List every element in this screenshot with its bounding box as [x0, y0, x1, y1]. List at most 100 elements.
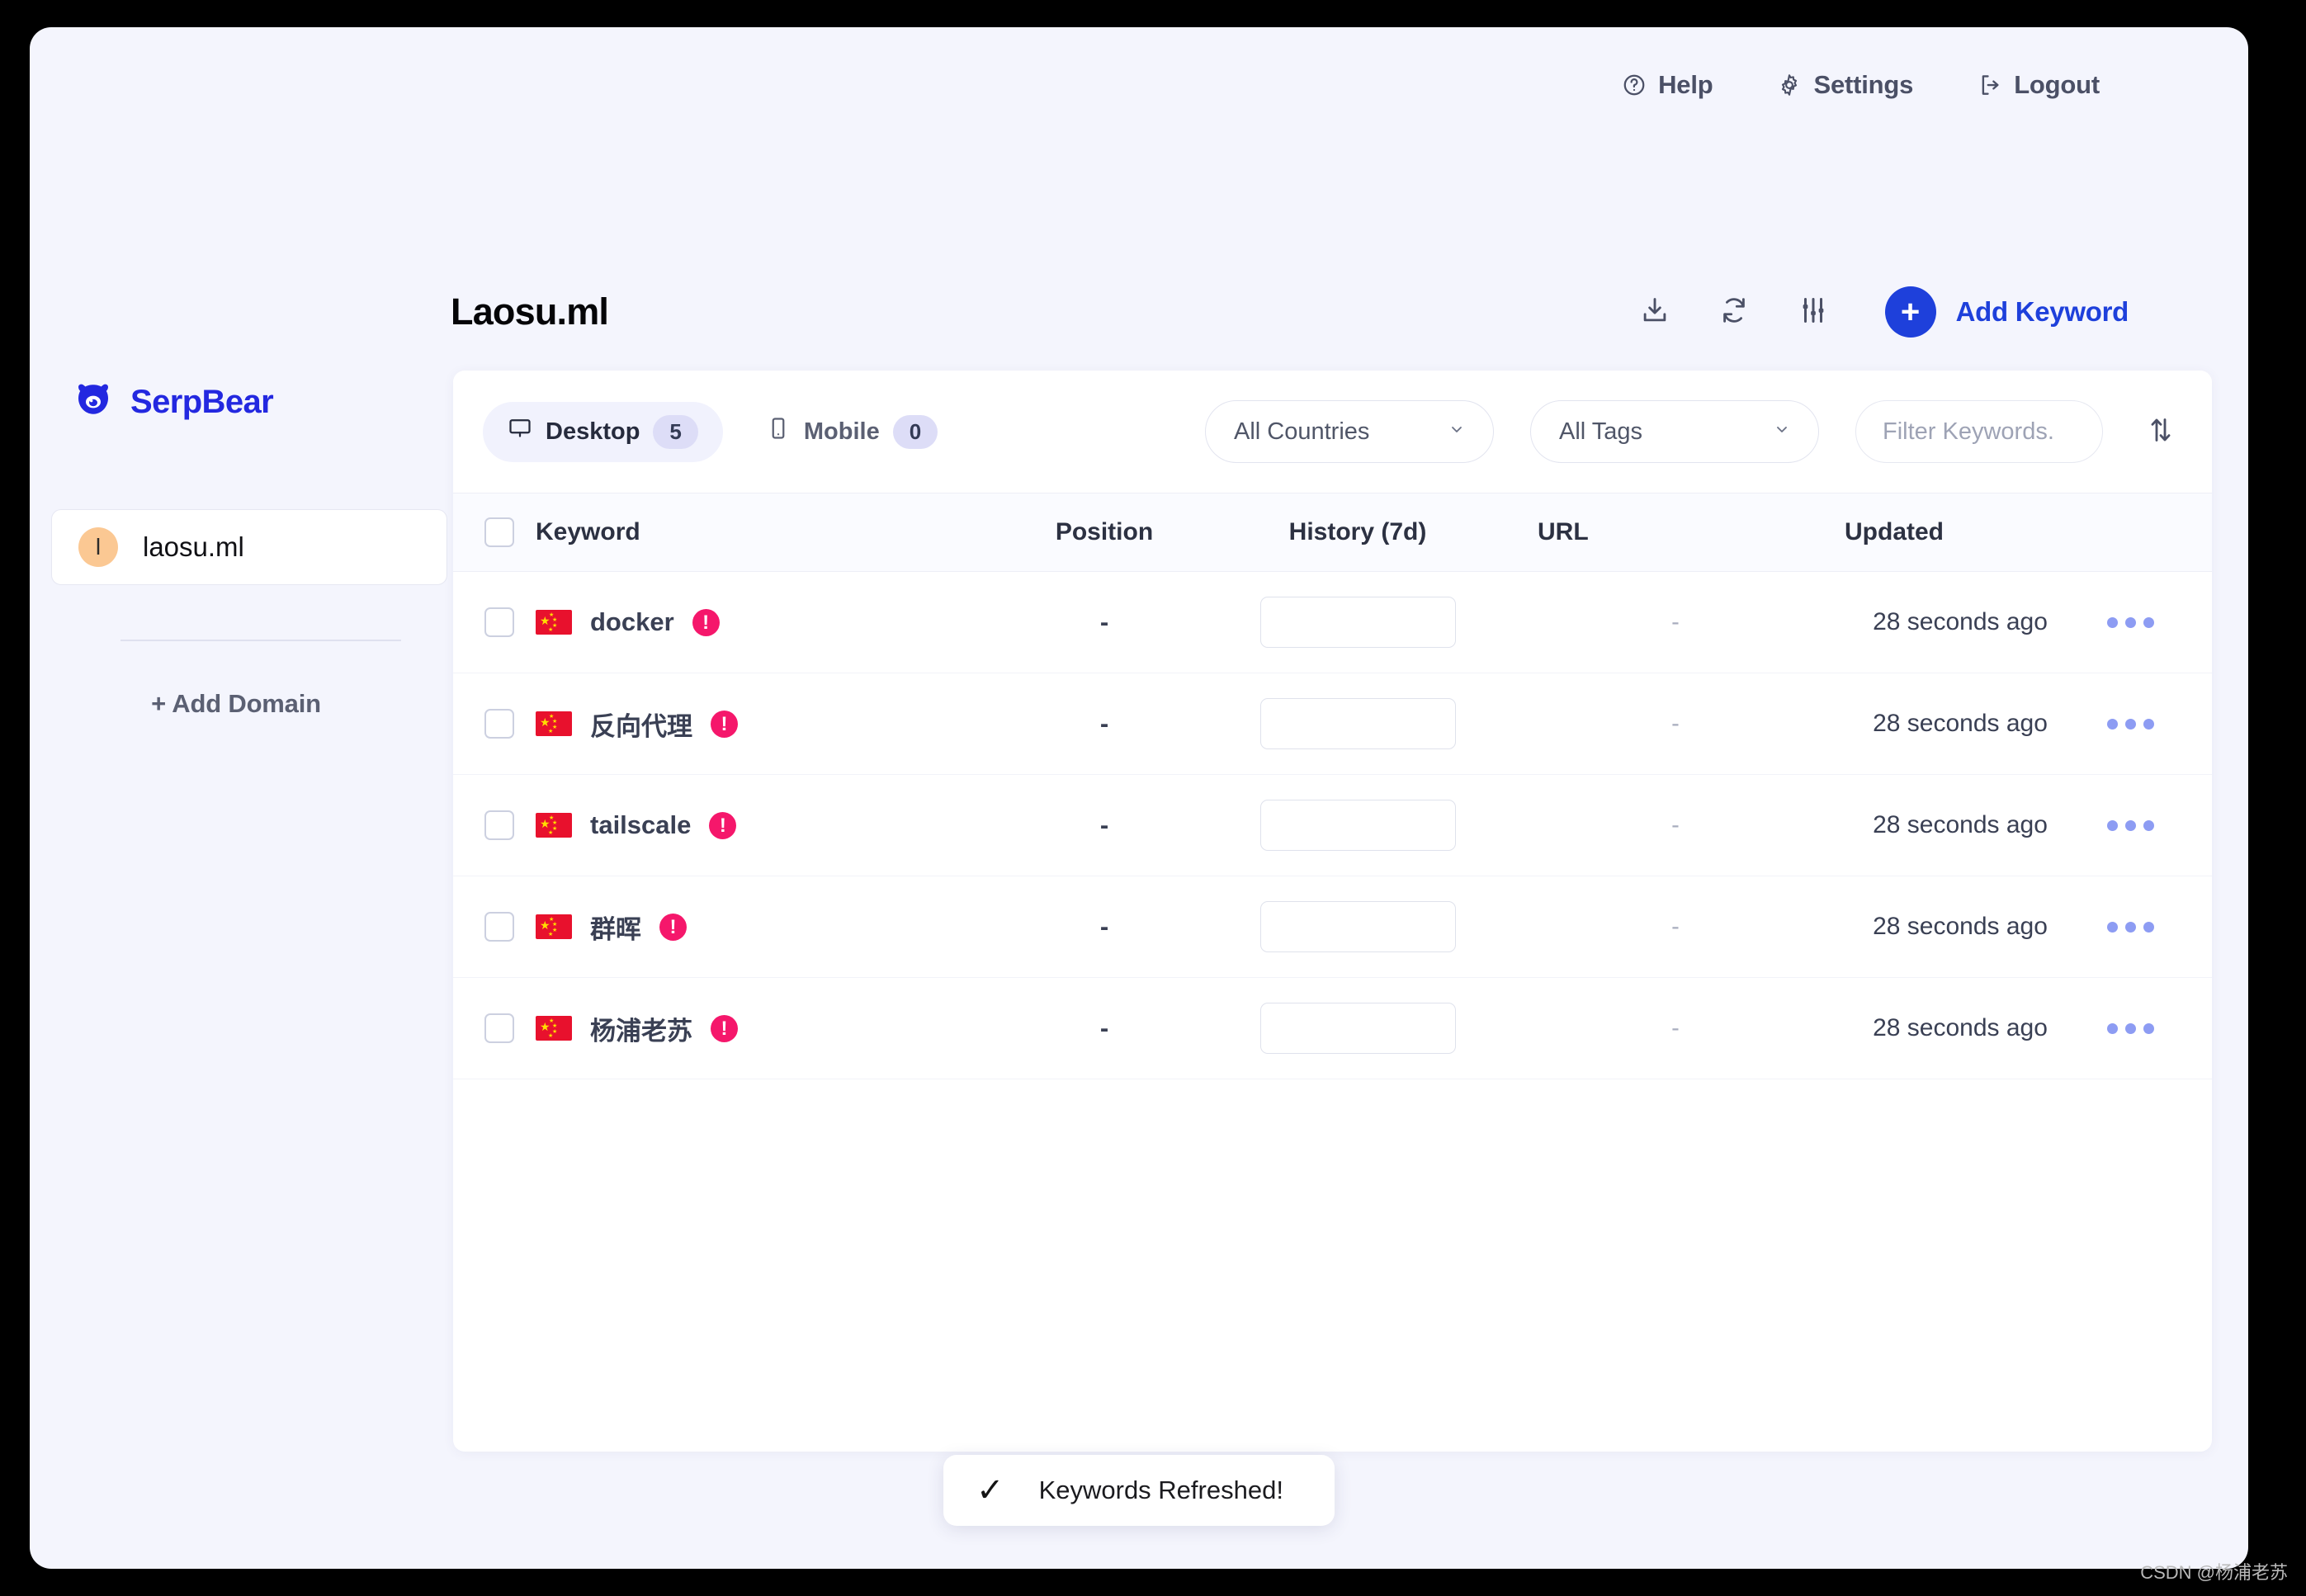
help-circle-icon — [1622, 73, 1647, 97]
search-input[interactable]: Filter Keywords. — [1855, 400, 2103, 463]
keyword-cell: ★ ★ ★ ★ ★ docker ! — [514, 607, 1008, 637]
warning-icon[interactable]: ! — [709, 811, 737, 839]
sliders-icon — [1798, 295, 1829, 330]
keyword-label: 反向代理 — [590, 711, 692, 741]
keyword-cell: ★ ★ ★ ★ ★ 杨浦老苏 ! — [514, 1010, 1008, 1047]
table-row[interactable]: ★ ★ ★ ★ ★ 反向代理 ! - - 28 seconds ago — [453, 673, 2212, 775]
add-domain-button[interactable]: + Add Domain — [30, 689, 442, 719]
sort-arrows-icon — [2144, 418, 2177, 450]
avatar: l — [78, 527, 118, 567]
tab-mobile-label: Mobile — [803, 418, 880, 445]
page-title: Laosu.ml — [451, 290, 609, 333]
keyword-label: 群晖 — [590, 914, 641, 944]
add-keyword-button[interactable]: + Add Keyword — [1884, 286, 2129, 338]
select-all-checkbox-cell — [453, 517, 514, 547]
chevron-down-icon — [1447, 418, 1467, 446]
help-label: Help — [1658, 70, 1713, 99]
position-cell: - — [1099, 1013, 1109, 1042]
keywords-card: Desktop 5 Mobile 0 All Countries All Tag… — [453, 371, 2212, 1452]
updated-cell: 28 seconds ago — [1873, 1014, 2048, 1041]
url-cell: - — [1671, 608, 1680, 635]
warning-icon[interactable]: ! — [711, 1014, 738, 1042]
chevron-down-icon — [1772, 418, 1792, 446]
row-checkbox[interactable] — [484, 607, 514, 637]
history-cell — [1201, 597, 1514, 648]
row-actions-cell — [2084, 616, 2212, 628]
row-actions-cell — [2084, 718, 2212, 730]
row-menu-button[interactable] — [2107, 1022, 2154, 1034]
export-button[interactable] — [1639, 295, 1670, 330]
history-cell — [1201, 698, 1514, 749]
history-cell — [1201, 800, 1514, 851]
download-icon — [1639, 295, 1670, 330]
brand-name: SerpBear — [130, 384, 274, 420]
app-window: Help Settings Logout SerpBear l laosu.ml… — [30, 27, 2248, 1569]
sort-button[interactable] — [2139, 413, 2177, 451]
tab-mobile[interactable]: Mobile 0 — [741, 402, 962, 462]
brand-logo[interactable]: SerpBear — [30, 382, 442, 423]
url-cell: - — [1671, 913, 1680, 940]
flag-cn-icon: ★ ★ ★ ★ ★ — [536, 914, 572, 939]
tab-desktop[interactable]: Desktop 5 — [483, 401, 723, 462]
select-all-checkbox[interactable] — [484, 517, 514, 547]
help-link[interactable]: Help — [1622, 70, 1713, 100]
mobile-icon — [766, 416, 791, 447]
settings-sliders-button[interactable] — [1798, 295, 1829, 330]
table-row[interactable]: ★ ★ ★ ★ ★ 杨浦老苏 ! - - 28 seconds ago — [453, 978, 2212, 1079]
row-actions-cell — [2084, 819, 2212, 831]
toolbar-filters: All Countries All Tags Filter Keywords. — [1205, 400, 2177, 463]
page-header: Laosu.ml + Add Keyword — [451, 267, 2129, 357]
row-checkbox[interactable] — [484, 709, 514, 739]
updated-cell: 28 seconds ago — [1873, 811, 2048, 838]
warning-icon[interactable]: ! — [659, 913, 687, 941]
flag-cn-icon: ★ ★ ★ ★ ★ — [536, 813, 572, 838]
settings-link[interactable]: Settings — [1777, 70, 1913, 100]
row-checkbox-cell — [453, 912, 514, 942]
tag-filter-select[interactable]: All Tags — [1530, 400, 1819, 463]
country-filter-value: All Countries — [1234, 418, 1370, 445]
row-menu-button[interactable] — [2107, 616, 2154, 628]
row-menu-button[interactable] — [2107, 718, 2154, 730]
position-cell: - — [1099, 709, 1109, 738]
table-row[interactable]: ★ ★ ★ ★ ★ docker ! - - 28 seconds ago — [453, 572, 2212, 673]
sidebar-divider — [120, 640, 401, 641]
add-keyword-label: Add Keyword — [1955, 296, 2129, 327]
keyword-cell: ★ ★ ★ ★ ★ tailscale ! — [514, 810, 1008, 840]
column-header-updated[interactable]: Updated — [1836, 518, 2084, 546]
history-sparkline — [1259, 597, 1456, 648]
flag-cn-icon: ★ ★ ★ ★ ★ — [536, 1016, 572, 1041]
url-cell: - — [1671, 1014, 1680, 1041]
logout-icon — [1978, 73, 2002, 97]
table-header: Keyword Position History (7d) URL Update… — [453, 493, 2212, 572]
updated-cell: 28 seconds ago — [1873, 710, 2048, 737]
country-filter-select[interactable]: All Countries — [1205, 400, 1494, 463]
row-checkbox[interactable] — [484, 1013, 514, 1043]
keyword-cell: ★ ★ ★ ★ ★ 群晖 ! — [514, 909, 1008, 946]
column-header-url[interactable]: URL — [1514, 518, 1836, 546]
row-checkbox[interactable] — [484, 810, 514, 840]
refresh-button[interactable] — [1718, 295, 1750, 330]
updated-cell: 28 seconds ago — [1873, 913, 2048, 940]
row-menu-button[interactable] — [2107, 819, 2154, 831]
column-header-keyword[interactable]: Keyword — [514, 518, 1008, 546]
column-header-position[interactable]: Position — [1008, 518, 1201, 546]
top-navigation: Help Settings Logout — [30, 27, 2248, 143]
table-row[interactable]: ★ ★ ★ ★ ★ 群晖 ! - - 28 seconds ago — [453, 876, 2212, 978]
tab-desktop-count: 5 — [653, 414, 698, 449]
gear-icon — [1777, 73, 1802, 97]
position-cell: - — [1099, 912, 1109, 941]
history-sparkline — [1259, 901, 1456, 952]
logout-link[interactable]: Logout — [1978, 70, 2100, 100]
sidebar-item-domain-laosu-ml[interactable]: l laosu.ml — [51, 509, 447, 585]
warning-icon[interactable]: ! — [692, 608, 720, 636]
tab-desktop-label: Desktop — [546, 418, 640, 445]
updated-cell: 28 seconds ago — [1873, 608, 2048, 635]
table-row[interactable]: ★ ★ ★ ★ ★ tailscale ! - - 28 seconds ago — [453, 775, 2212, 876]
row-menu-button[interactable] — [2107, 921, 2154, 933]
warning-icon[interactable]: ! — [711, 710, 738, 738]
history-sparkline — [1259, 1003, 1456, 1054]
url-cell: - — [1671, 811, 1680, 838]
row-checkbox[interactable] — [484, 912, 514, 942]
column-header-history[interactable]: History (7d) — [1201, 518, 1514, 546]
keyword-label: docker — [590, 607, 674, 636]
